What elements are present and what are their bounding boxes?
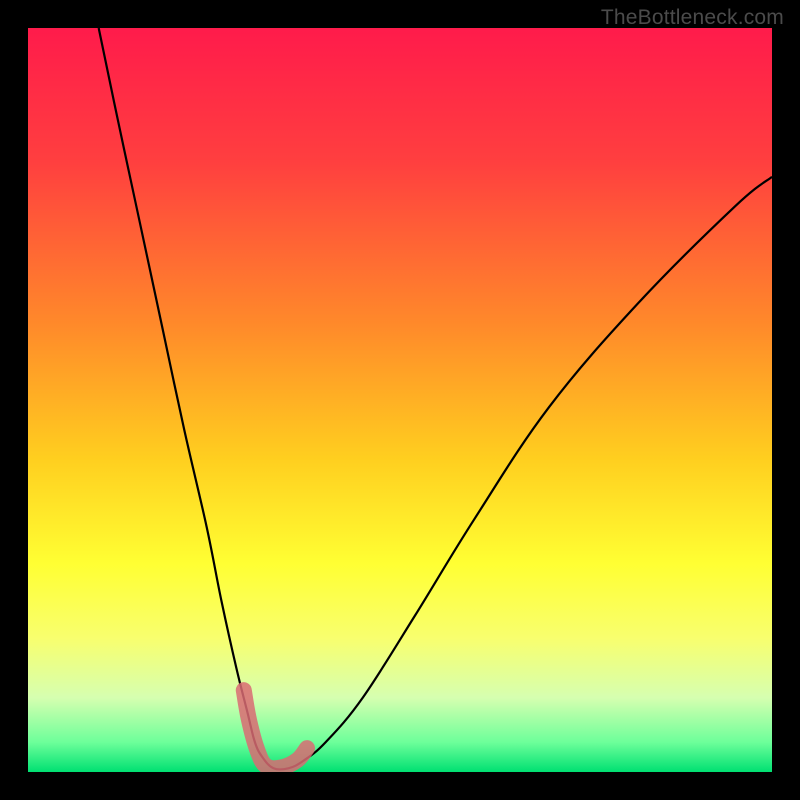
gradient-background xyxy=(28,28,772,772)
chart-svg xyxy=(28,28,772,772)
plot-area xyxy=(28,28,772,772)
chart-frame: TheBottleneck.com xyxy=(0,0,800,800)
watermark-text: TheBottleneck.com xyxy=(601,6,784,30)
